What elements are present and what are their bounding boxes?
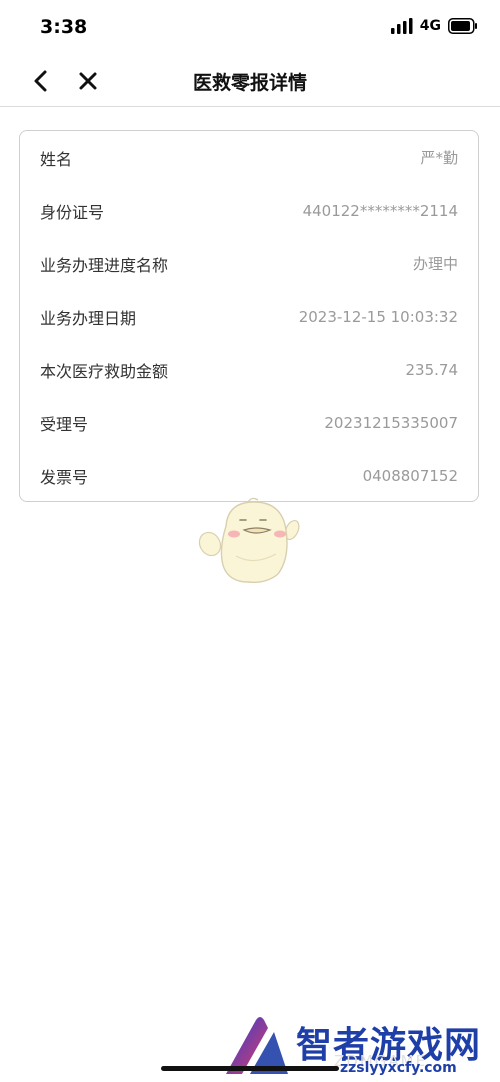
screen: 3:38 4G 医救零报详情 姓名 严*勤 身份证号 440122*******… — [0, 0, 500, 1082]
battery-icon — [448, 18, 477, 34]
status-time: 3:38 — [40, 16, 88, 38]
page-title: 医救零报详情 — [192, 72, 307, 94]
row-value: 20231215335007 — [324, 413, 458, 432]
row-value: 办理中 — [412, 255, 458, 273]
detail-row-id-number: 身份证号 440122********2114 — [20, 184, 478, 237]
watermark-url: zzslyyxcfy.com — [340, 1060, 457, 1076]
row-value: 235.74 — [405, 360, 459, 379]
row-value: 0408807152 — [362, 466, 458, 485]
row-value: 2023-12-15 10:03:32 — [298, 307, 458, 326]
row-label: 发票号 — [40, 467, 89, 487]
nav-bar: 医救零报详情 — [0, 56, 500, 107]
row-label: 受理号 — [40, 414, 89, 434]
signal-icon — [390, 18, 413, 34]
status-bar: 3:38 4G — [0, 0, 500, 56]
detail-row-amount: 本次医疗救助金额 235.74 — [20, 343, 478, 396]
network-label: 4G — [419, 18, 441, 34]
row-value: 严*勤 — [420, 149, 458, 167]
detail-card: 姓名 严*勤 身份证号 440122********2114 业务办理进度名称 … — [19, 130, 479, 502]
row-label: 本次医疗救助金额 — [40, 361, 169, 381]
detail-row-date: 业务办理日期 2023-12-15 10:03:32 — [20, 290, 478, 343]
detail-row-invoice-number: 发票号 0408807152 — [20, 449, 478, 502]
row-value: 440122********2114 — [302, 201, 458, 220]
status-indicators: 4G — [390, 18, 478, 34]
mascot-image — [198, 497, 300, 584]
home-indicator[interactable] — [161, 1066, 339, 1071]
detail-row-name: 姓名 严*勤 — [20, 131, 478, 184]
row-label: 姓名 — [40, 149, 73, 169]
watermark: 智者游戏网 ZDMGAME zzslyyxcfy.com — [222, 1014, 500, 1082]
detail-row-progress: 业务办理进度名称 办理中 — [20, 237, 478, 290]
detail-row-acceptance-number: 受理号 20231215335007 — [20, 396, 478, 449]
row-label: 业务办理日期 — [40, 308, 137, 328]
row-label: 身份证号 — [40, 202, 105, 222]
row-label: 业务办理进度名称 — [40, 255, 169, 275]
